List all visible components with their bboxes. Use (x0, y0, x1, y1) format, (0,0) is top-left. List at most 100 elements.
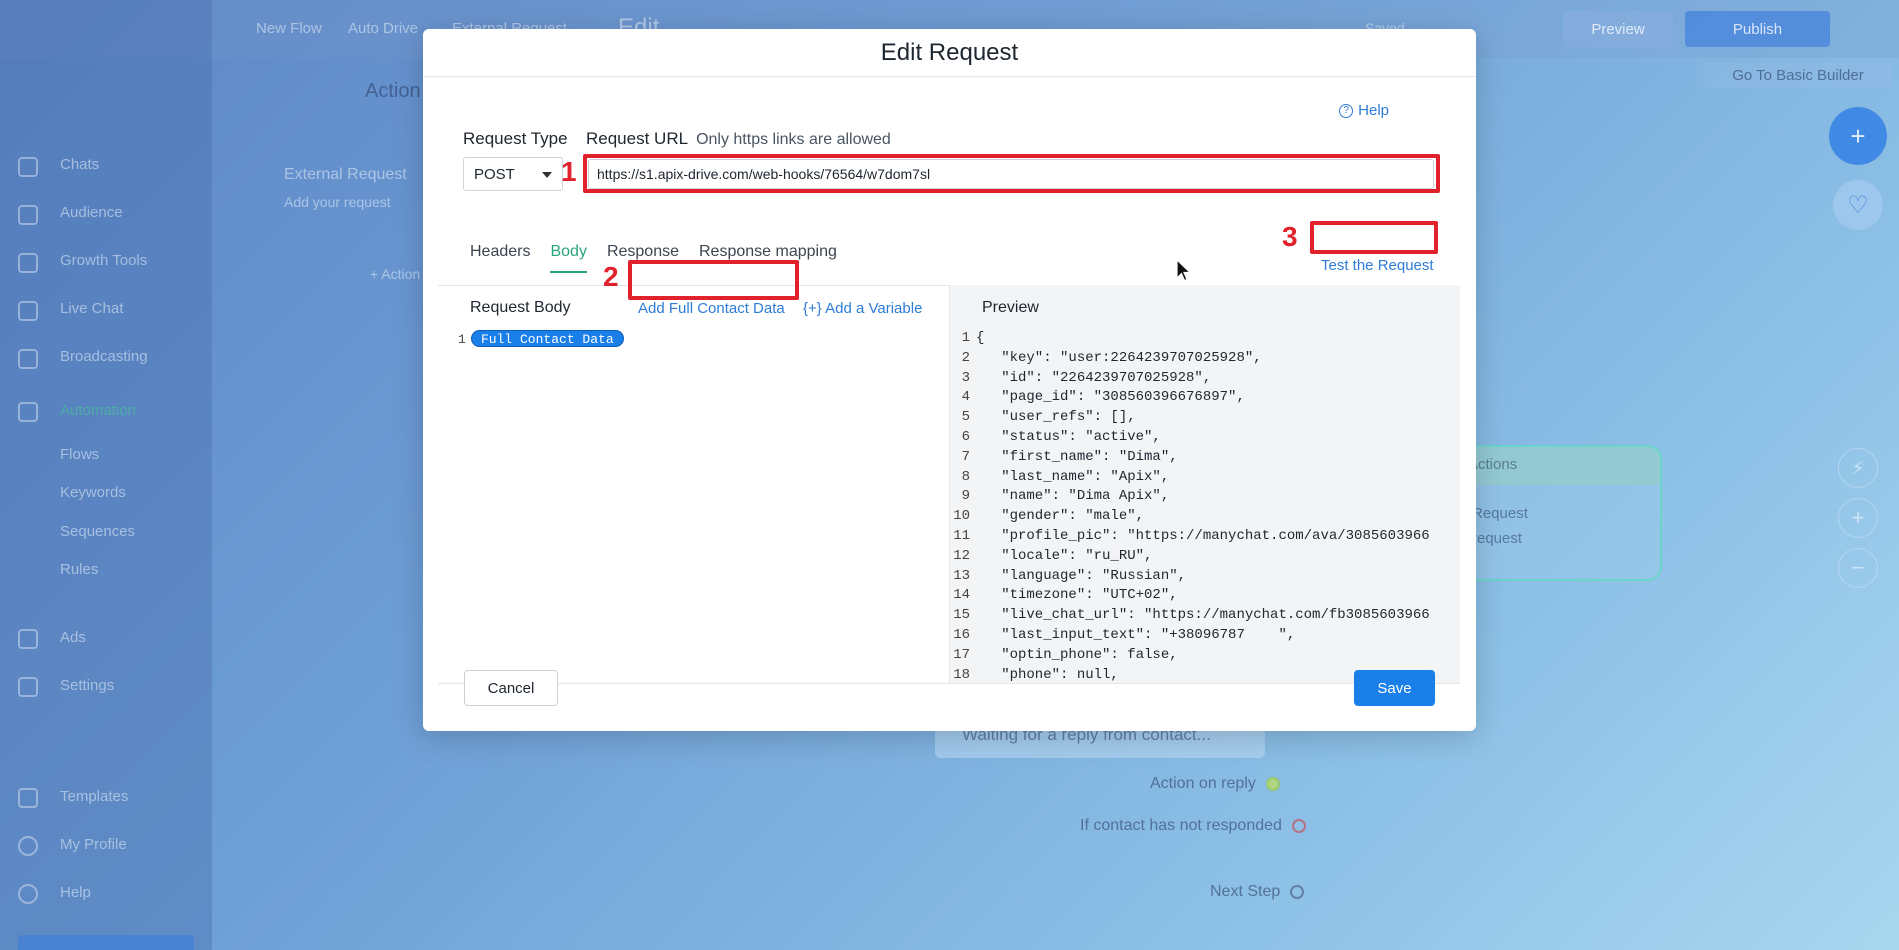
bg-live-chat-icon (18, 301, 38, 321)
bg-card-line2: request (1472, 530, 1523, 547)
help-label: Help (1358, 102, 1389, 119)
bg-ads-icon (18, 629, 38, 649)
preview-code-line: 16 "last_input_text": "+38096787 ", (950, 627, 1430, 647)
preview-line-text: "key": "user:2264239707025928", (976, 349, 1262, 366)
preview-line-text: "locale": "ru_RU", (976, 547, 1153, 564)
test-request-link[interactable]: Test the Request (1321, 257, 1434, 274)
preview-line-text: "optin_phone": false, (976, 646, 1178, 663)
request-body-label: Request Body (470, 299, 571, 316)
request-type-value: POST (474, 165, 515, 183)
preview-code-line: 1{ (950, 330, 1430, 350)
preview-line-text: "name": "Dima Apix", (976, 488, 1170, 505)
add-full-contact-data-link[interactable]: Add Full Contact Data (638, 300, 785, 317)
request-url-hint: Only https links are allowed (696, 131, 891, 148)
bg-breadcrumb-1: New Flow (256, 20, 322, 37)
preview-code-line: 6 "status": "active", (950, 429, 1430, 449)
preview-line-text: "status": "active", (976, 428, 1161, 445)
annotation-number-2: 2 (603, 261, 619, 292)
preview-line-number: 13 (953, 567, 970, 584)
preview-line-text: "language": "Russian", (976, 567, 1187, 584)
preview-line-number: 6 (961, 428, 970, 445)
bg-help-icon (18, 884, 38, 904)
request-type-select[interactable]: POST (463, 157, 563, 191)
preview-code-line: 11 "profile_pic": "https://manychat.com/… (950, 528, 1430, 548)
preview-line-number: 8 (961, 468, 970, 485)
preview-line-text: "live_chat_url": "https://manychat.com/f… (976, 607, 1430, 624)
bg-not-responded: If contact has not responded (1080, 817, 1306, 835)
bg-sidebar-item: Settings (60, 677, 115, 694)
preview-code-line: 15 "live_chat_url": "https://manychat.co… (950, 607, 1430, 627)
bg-upgrade-button (18, 935, 194, 950)
bg-avatar-icon (18, 836, 38, 856)
bg-external-request-title: External Request (284, 166, 407, 183)
preview-line-text: "page_id": "308560396676897", (976, 389, 1245, 406)
bg-zoom-out-icon: − (1838, 548, 1878, 588)
preview-line-number: 16 (953, 626, 970, 643)
preview-line-text: { (976, 330, 985, 346)
full-contact-data-chip[interactable]: Full Contact Data (471, 330, 624, 347)
bg-sidebar-item: Automation (60, 402, 136, 419)
bg-basic-builder-link: Go To Basic Builder (1703, 62, 1893, 88)
edit-request-modal: Edit Request ? Help Request Type Request… (423, 29, 1476, 731)
preview-line-text: "gender": "male", (976, 508, 1145, 525)
bg-publish-button: Publish (1685, 11, 1830, 47)
bg-sidebar-item: Live Chat (60, 300, 124, 317)
preview-line-text: "id": "2264239707025928", (976, 369, 1212, 386)
preview-code-line: 13 "language": "Russian", (950, 568, 1430, 588)
preview-code-line: 17 "optin_phone": false, (950, 647, 1430, 667)
bg-add-action: + Action (370, 266, 421, 282)
annotation-box-3 (1310, 221, 1438, 254)
preview-code-line: 8 "last_name": "Apix", (950, 469, 1430, 489)
connector-dot-icon (1265, 777, 1280, 791)
preview-line-number: 15 (953, 607, 970, 624)
preview-line-number: 18 (953, 666, 970, 683)
preview-line-number: 3 (961, 369, 970, 386)
preview-line-text: "profile_pic": "https://manychat.com/ava… (976, 527, 1430, 544)
preview-line-number: 5 (961, 409, 970, 426)
preview-code-line: 10 "gender": "male", (950, 508, 1430, 528)
request-url-label: Request URL Only https links are allowed (586, 129, 891, 148)
bg-audience-icon (18, 205, 38, 225)
bg-sidebar-item: Broadcasting (60, 348, 148, 365)
bg-sidebar-item: Templates (60, 788, 129, 805)
help-link[interactable]: ? Help (1339, 102, 1389, 119)
preview-line-number: 12 (953, 547, 970, 564)
bg-sidebar-item: Ads (60, 629, 86, 646)
preview-line-number: 4 (961, 389, 970, 406)
mouse-pointer-icon (1176, 259, 1192, 282)
bg-external-request-sub: Add your request (284, 194, 391, 210)
preview-line-number: 17 (953, 646, 970, 663)
bg-sidebar-item: Rules (60, 561, 99, 578)
preview-code-line: 12 "locale": "ru_RU", (950, 548, 1430, 568)
save-button[interactable]: Save (1354, 670, 1435, 706)
connector-dot-icon (1290, 885, 1305, 899)
bg-chats-icon (18, 157, 38, 177)
preview-code-line: 3 "id": "2264239707025928", (950, 370, 1430, 390)
preview-line-number: 9 (961, 488, 970, 505)
add-variable-link[interactable]: {+} Add a Variable (803, 300, 922, 317)
tab-headers[interactable]: Headers (470, 243, 530, 273)
preview-code-line: 5 "user_refs": [], (950, 409, 1430, 429)
bg-card-line1: Request (1472, 505, 1528, 522)
preview-code-line: 14 "timezone": "UTC+02", (950, 587, 1430, 607)
preview-panel: Preview 1{2 "key": "user:226423970702592… (949, 285, 1460, 683)
annotation-box-1 (583, 154, 1440, 193)
preview-line-number: 7 (961, 448, 970, 465)
bg-preview-button: Preview (1563, 11, 1673, 47)
bg-next-step: Next Step (1210, 883, 1305, 901)
bg-heart-icon: ♡ (1833, 180, 1883, 230)
bg-broadcasting-icon (18, 349, 38, 369)
tab-body[interactable]: Body (550, 243, 587, 273)
connector-dot-icon (1291, 819, 1306, 833)
preview-line-number: 14 (953, 587, 970, 604)
preview-line-text: "timezone": "UTC+02", (976, 587, 1178, 604)
preview-line-text: "last_name": "Apix", (976, 468, 1170, 485)
request-type-label: Request Type (463, 129, 568, 148)
preview-code: 1{2 "key": "user:2264239707025928", 3 "id… (950, 330, 1430, 683)
preview-line-number: 1 (961, 330, 970, 346)
preview-line-number: 11 (953, 527, 970, 544)
footer-divider (438, 683, 1460, 684)
bg-sidebar-item: Audience (60, 204, 123, 221)
preview-code-line: 9 "name": "Dima Apix", (950, 488, 1430, 508)
cancel-button[interactable]: Cancel (464, 670, 558, 706)
